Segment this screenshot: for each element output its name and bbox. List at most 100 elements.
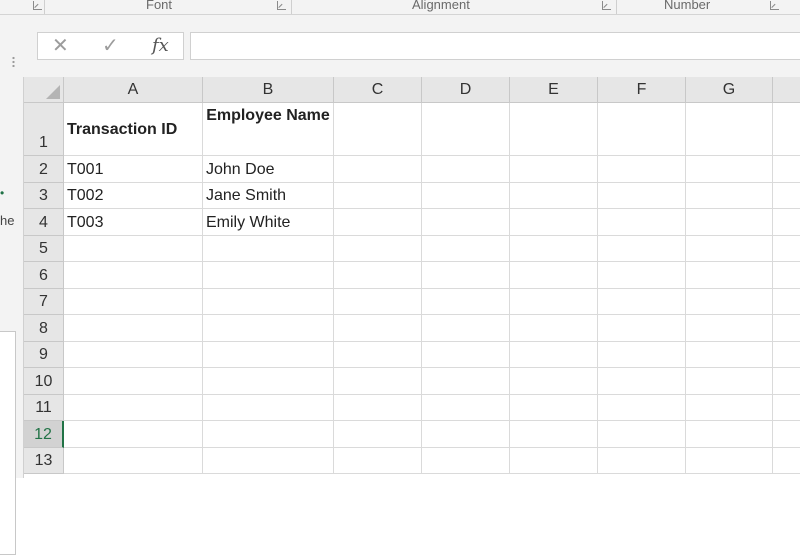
cell-d13[interactable] (422, 448, 510, 474)
cell-f10[interactable] (598, 368, 686, 395)
cell-h12[interactable] (773, 421, 800, 448)
row-header-1[interactable]: 1 (24, 103, 64, 156)
cell-e1[interactable] (510, 103, 598, 156)
cell-b6[interactable] (203, 262, 334, 289)
alignment-dialog-launcher-icon[interactable] (602, 1, 611, 10)
row-header-10[interactable]: 10 (24, 368, 64, 395)
cell-d5[interactable] (422, 236, 510, 262)
cell-c4[interactable] (334, 209, 422, 236)
cell-a7[interactable] (64, 289, 203, 315)
cell-f12[interactable] (598, 421, 686, 448)
cell-g11[interactable] (686, 395, 773, 421)
select-all-button[interactable] (24, 77, 64, 103)
cell-e2[interactable] (510, 156, 598, 183)
cell-c5[interactable] (334, 236, 422, 262)
cell-a6[interactable] (64, 262, 203, 289)
column-header-c[interactable]: C (334, 77, 422, 103)
cell-h8[interactable] (773, 315, 800, 342)
clipboard-dialog-launcher-icon[interactable] (33, 1, 42, 10)
cell-e10[interactable] (510, 368, 598, 395)
cell-g2[interactable] (686, 156, 773, 183)
cell-h13[interactable] (773, 448, 800, 474)
column-header-e[interactable]: E (510, 77, 598, 103)
cell-g6[interactable] (686, 262, 773, 289)
cell-h2[interactable] (773, 156, 800, 183)
cell-d1[interactable] (422, 103, 510, 156)
cell-b5[interactable] (203, 236, 334, 262)
cell-b11[interactable] (203, 395, 334, 421)
cell-d3[interactable] (422, 183, 510, 209)
row-header-13[interactable]: 13 (24, 448, 64, 474)
cell-f7[interactable] (598, 289, 686, 315)
cell-b8[interactable] (203, 315, 334, 342)
cell-e7[interactable] (510, 289, 598, 315)
cell-g12[interactable] (686, 421, 773, 448)
cell-c9[interactable] (334, 342, 422, 368)
cancel-icon[interactable]: ✕ (52, 35, 69, 57)
column-header-a[interactable]: A (64, 77, 203, 103)
cell-a12[interactable] (64, 421, 203, 448)
cell-c1[interactable] (334, 103, 422, 156)
column-header-h[interactable] (773, 77, 800, 103)
cell-e3[interactable] (510, 183, 598, 209)
cell-b1-header[interactable]: Employee Name (203, 103, 334, 156)
row-header-12-active[interactable]: 12 (24, 421, 64, 448)
cell-c12[interactable] (334, 421, 422, 448)
cell-f8[interactable] (598, 315, 686, 342)
cell-f5[interactable] (598, 236, 686, 262)
cell-f6[interactable] (598, 262, 686, 289)
cell-a11[interactable] (64, 395, 203, 421)
cell-d11[interactable] (422, 395, 510, 421)
cell-g10[interactable] (686, 368, 773, 395)
cell-d9[interactable] (422, 342, 510, 368)
cell-b13[interactable] (203, 448, 334, 474)
cell-a13[interactable] (64, 448, 203, 474)
column-header-d[interactable]: D (422, 77, 510, 103)
cell-f11[interactable] (598, 395, 686, 421)
cell-a4[interactable]: T003 (64, 209, 203, 236)
name-box-drag-handle[interactable] (12, 56, 15, 67)
cell-c6[interactable] (334, 262, 422, 289)
cell-a2[interactable]: T001 (64, 156, 203, 183)
cell-c11[interactable] (334, 395, 422, 421)
cell-f1[interactable] (598, 103, 686, 156)
cell-e11[interactable] (510, 395, 598, 421)
row-header-6[interactable]: 6 (24, 262, 64, 289)
cell-b7[interactable] (203, 289, 334, 315)
cell-d10[interactable] (422, 368, 510, 395)
cell-a1-header[interactable]: Transaction ID (64, 103, 203, 156)
font-dialog-launcher-icon[interactable] (277, 1, 286, 10)
insert-function-icon[interactable]: fx (152, 35, 169, 56)
cell-f13[interactable] (598, 448, 686, 474)
cell-d2[interactable] (422, 156, 510, 183)
cell-h11[interactable] (773, 395, 800, 421)
row-header-5[interactable]: 5 (24, 236, 64, 262)
cell-a5[interactable] (64, 236, 203, 262)
cell-e8[interactable] (510, 315, 598, 342)
cell-h4[interactable] (773, 209, 800, 236)
row-header-9[interactable]: 9 (24, 342, 64, 368)
cell-c13[interactable] (334, 448, 422, 474)
row-header-4[interactable]: 4 (24, 209, 64, 236)
column-header-b[interactable]: B (203, 77, 334, 103)
cell-a9[interactable] (64, 342, 203, 368)
cell-a3[interactable]: T002 (64, 183, 203, 209)
cell-h6[interactable] (773, 262, 800, 289)
cell-h10[interactable] (773, 368, 800, 395)
cell-a10[interactable] (64, 368, 203, 395)
cell-a8[interactable] (64, 315, 203, 342)
row-header-8[interactable]: 8 (24, 315, 64, 342)
cell-e4[interactable] (510, 209, 598, 236)
cell-b3[interactable]: Jane Smith (203, 183, 334, 209)
number-dialog-launcher-icon[interactable] (770, 1, 779, 10)
cell-e13[interactable] (510, 448, 598, 474)
cell-d12[interactable] (422, 421, 510, 448)
row-header-11[interactable]: 11 (24, 395, 64, 421)
cell-h5[interactable] (773, 236, 800, 262)
cell-e6[interactable] (510, 262, 598, 289)
cell-d6[interactable] (422, 262, 510, 289)
cell-f2[interactable] (598, 156, 686, 183)
cell-e5[interactable] (510, 236, 598, 262)
cell-g1[interactable] (686, 103, 773, 156)
cell-c8[interactable] (334, 315, 422, 342)
